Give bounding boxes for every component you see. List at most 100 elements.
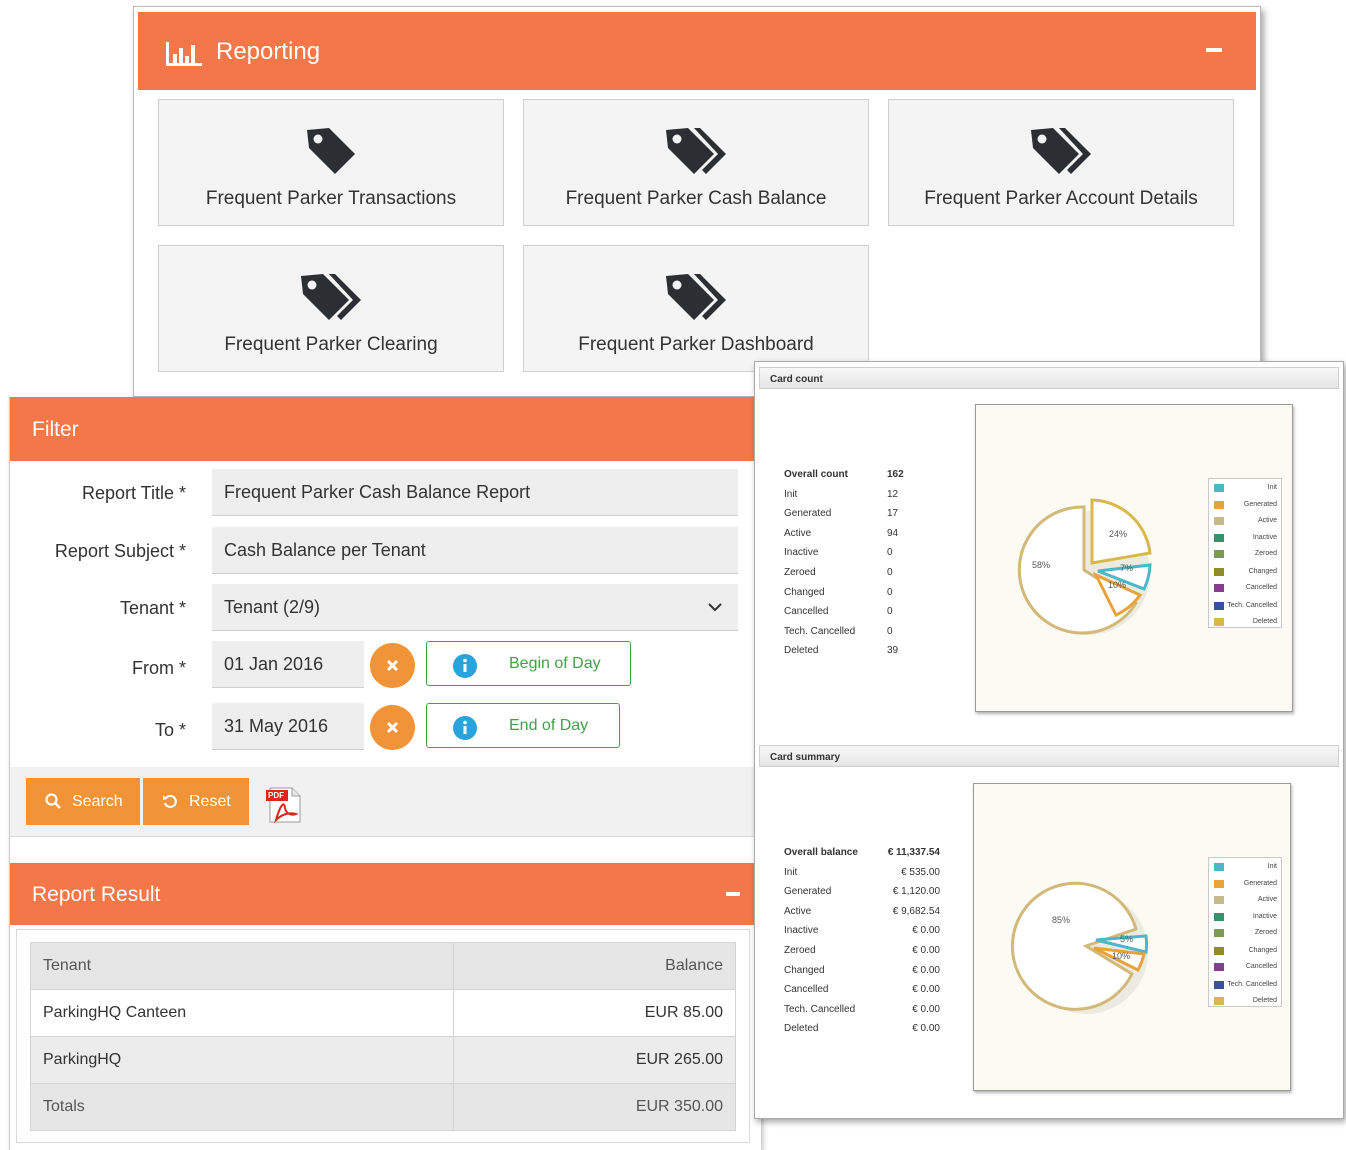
card-summary-chart: 85% 5% 10% Init Generated Active Inactiv… [973,783,1291,1091]
legend-item: Deleted [1209,992,1281,1009]
legend-item: Tech. Cancelled [1209,976,1281,993]
tenant-label: Tenant * [119,598,186,618]
begin-of-day-button[interactable]: Begin of Day [426,641,631,686]
table-header: Tenant Balance [30,942,737,990]
result-title: Report Result [32,883,161,906]
report-title-field[interactable]: Frequent Parker Cash Balance Report [212,469,738,516]
end-of-day-button[interactable]: End of Day [426,703,620,748]
filter-header: Filter [10,397,762,461]
info-icon [453,716,477,740]
tenant-select[interactable]: Tenant (2/9) [212,584,738,631]
card-stats-panel: Card count Overall count 162 Init 12 Gener… [754,361,1344,1119]
legend-item: Cancelled [1209,958,1281,975]
card-count-header: Card count [759,367,1339,389]
pie-label: 5% [1120,934,1133,944]
tags-icon [666,274,726,320]
result-table: Tenant Balance ParkingHQ Canteen EUR 85.… [30,942,737,1131]
legend-item: Inactive [1209,908,1281,925]
reset-label: Reset [189,793,231,810]
tile-cash-balance[interactable]: Frequent Parker Cash Balance [523,99,869,226]
pie-label: 10% [1112,951,1130,961]
legend-item: Generated [1209,875,1281,892]
column-balance: Balance [452,942,737,990]
to-label: To * [154,720,186,740]
tile-label: Frequent Parker Cash Balance [565,188,827,209]
reporting-panel: Reporting Frequent Parker Transactions F… [133,6,1261,397]
info-icon [453,654,477,678]
legend-item: Tech. Cancelled [1209,597,1281,614]
clear-from-button[interactable] [370,643,415,688]
filter-panel: Filter Report Title * Frequent Parker Ca… [9,397,762,1150]
tenant-cell: ParkingHQ Canteen [30,989,454,1037]
tile-account-details[interactable]: Frequent Parker Account Details [888,99,1234,226]
search-icon [45,793,61,809]
legend-item: Active [1209,891,1281,908]
table-row[interactable]: ParkingHQ Canteen EUR 85.00 [30,989,737,1037]
end-of-day-label: End of Day [509,717,589,734]
search-button[interactable]: Search [26,778,140,825]
from-date-field[interactable]: 01 Jan 2016 [212,641,364,688]
legend-item: Zeroed [1209,545,1281,562]
balance-cell: EUR 85.00 [452,989,737,1037]
clear-to-button[interactable] [370,705,415,750]
tenant-value: Tenant (2/9) [224,597,321,617]
close-icon [386,659,399,672]
close-icon [386,721,399,734]
legend-item: Zeroed [1209,924,1281,941]
table-row[interactable]: ParkingHQ EUR 265.00 [30,1036,737,1084]
totals-row: Totals EUR 350.00 [30,1083,737,1131]
legend-item: Changed [1209,942,1281,959]
reporting-title: Reporting [216,38,321,65]
tags-icon [666,128,726,174]
pdf-label: PDF [268,791,284,800]
pdf-export-button[interactable]: PDF [266,786,302,824]
legend-item: Changed [1209,563,1281,580]
report-title-label: Report Title * [81,483,186,503]
legend-item: Deleted [1209,613,1281,630]
reporting-header: Reporting [138,12,1256,90]
tile-dashboard[interactable]: Frequent Parker Dashboard [523,245,869,372]
from-label: From * [132,658,186,678]
column-tenant: Tenant [30,942,454,990]
legend-item: Init [1209,858,1281,875]
tile-label: Frequent Parker Transactions [205,188,457,209]
bar-chart-icon [166,42,202,66]
card-summary-header: Card summary [759,745,1339,767]
tile-clearing[interactable]: Frequent Parker Clearing [158,245,504,372]
legend: Init Generated Active Inactive Zeroed Ch… [1208,478,1282,628]
tenant-cell: ParkingHQ [30,1036,454,1084]
to-date-field[interactable]: 31 May 2016 [212,703,364,750]
tags-icon [1031,128,1091,174]
begin-of-day-label: Begin of Day [509,655,601,672]
tile-transactions[interactable]: Frequent Parker Transactions [158,99,504,226]
chevron-down-icon [708,603,722,612]
undo-icon [163,794,177,809]
pie-label: 58% [1032,560,1050,570]
legend-item: Generated [1209,496,1281,513]
totals-label: Totals [30,1083,454,1131]
pie-label: 24% [1109,529,1127,539]
collapse-icon[interactable] [726,892,740,896]
report-subject-label: Report Subject * [54,541,186,561]
tags-icon [301,274,361,320]
legend-item: Inactive [1209,529,1281,546]
pie-label: 7% [1120,563,1133,573]
tile-label: Frequent Parker Dashboard [578,334,814,355]
pie-label: 10% [1108,580,1126,590]
result-header: Report Result [10,863,762,925]
collapse-icon[interactable] [1206,48,1222,52]
reset-button[interactable]: Reset [143,778,249,825]
legend-item: Active [1209,512,1281,529]
filter-title: Filter [32,418,79,441]
tile-label: Frequent Parker Account Details [924,188,1198,209]
totals-value: EUR 350.00 [452,1083,737,1131]
pie-label: 85% [1052,915,1070,925]
card-count-chart: 58% 24% 7% 10% Init Generated Active Ina… [975,404,1293,712]
balance-cell: EUR 265.00 [452,1036,737,1084]
search-label: Search [72,793,123,810]
legend-item: Init [1209,479,1281,496]
report-subject-field[interactable]: Cash Balance per Tenant [212,527,738,574]
tile-label: Frequent Parker Clearing [224,334,438,355]
legend: Init Generated Active Inactive Zeroed Ch… [1208,857,1282,1007]
legend-item: Cancelled [1209,579,1281,596]
